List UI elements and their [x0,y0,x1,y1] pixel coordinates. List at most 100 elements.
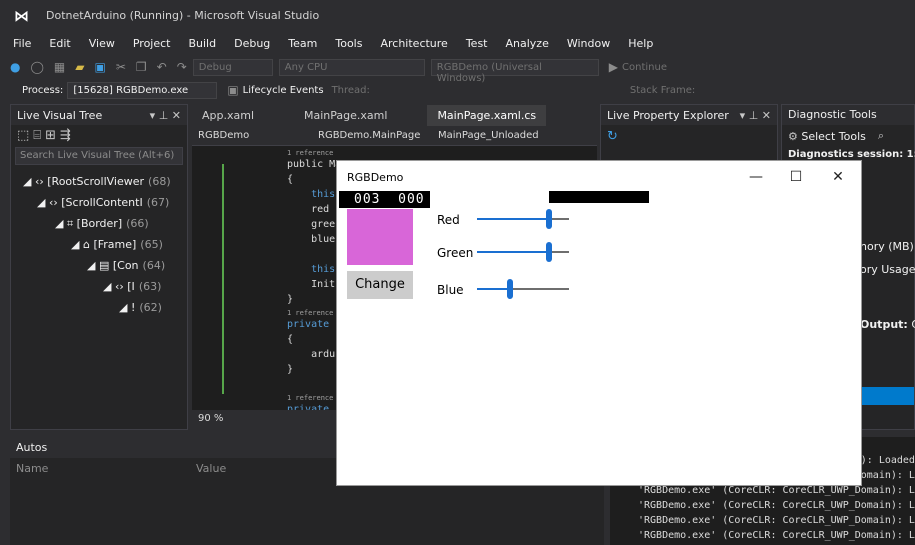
slider-thumb[interactable] [507,279,513,299]
save-icon[interactable]: ▣ [95,60,106,74]
toolbar: ● ◯ ▦ ▰ ▣ ✂ ❐ ↶ ↷ Debug Any CPU RGBDemo … [0,55,915,84]
pane-title: Diagnostic Tools [782,105,914,125]
tab-mainpage-xaml-cs[interactable]: MainPage.xaml.cs [427,104,547,126]
layout-adorner-icon[interactable]: ⊞ [45,128,60,143]
new-project-icon[interactable]: ▦ [54,60,65,74]
tree-item[interactable]: ◢ ⌗ [Border] (66) [11,213,187,234]
pin-icon[interactable]: ▾ ⊥ ✕ [150,109,181,122]
minimize-button[interactable]: — [741,165,771,189]
tab-mainpage-xaml[interactable]: MainPage.xaml [294,105,397,126]
tree-item[interactable]: ◢ ‹› [I (63) [11,276,187,297]
color-swatch [347,209,413,265]
visual-studio-logo-icon: ⋈ [14,7,29,25]
expander-icon[interactable]: ◢ ⌗ [55,217,77,231]
menu-tools[interactable]: Tools [335,37,362,50]
tree-item[interactable]: ◢ ‹› [RootScrollViewer (68) [11,171,187,192]
redo-icon[interactable]: ↷ [177,60,187,74]
forward-icon[interactable]: ◯ [30,60,43,74]
expander-icon[interactable]: ◢ ▤ [87,259,113,272]
configuration-select[interactable]: Debug [192,58,273,76]
code-reference-label[interactable]: 1 reference [287,149,597,159]
slider-label: Green [437,246,474,260]
menu-test[interactable]: Test [466,37,488,50]
open-folder-icon[interactable]: ▰ [75,60,84,74]
menu-debug[interactable]: Debug [234,37,270,50]
select-tools-button[interactable]: Select Tools [801,130,866,143]
close-button[interactable]: ✕ [823,165,853,189]
pane-title: Live Property Explorer ▾ ⊥ ✕ [601,105,777,125]
output-line: 'RGBDemo.exe' (CoreCLR: CoreCLR_UWP_Doma… [638,500,915,511]
menu-help[interactable]: Help [628,37,653,50]
process-select[interactable]: [15628] RGBDemo.exe [67,81,218,99]
expander-icon[interactable]: ◢ ‹› [103,280,127,293]
expander-icon[interactable]: ◢ ⌂ [71,238,93,251]
tree-toolbar: ⬚⌸⊞⇶ [11,125,187,147]
menu-view[interactable]: View [89,37,115,50]
value-column-header[interactable]: Value [196,462,226,475]
process-label: Process: [22,84,64,96]
menu-project[interactable]: Project [133,37,171,50]
member-dropdown[interactable]: MainPage_Unloaded [438,130,558,141]
slider-thumb[interactable] [546,209,552,229]
green-slider[interactable] [477,242,569,262]
platform-select[interactable]: Any CPU [278,58,425,76]
tab-app-xaml[interactable]: App.xaml [192,105,264,126]
app-window-title: RGBDemo [347,171,404,184]
thread-label: Thread: [331,84,370,96]
pane-title: Live Visual Tree ▾ ⊥ ✕ [11,105,187,125]
output-source[interactable]: Co [911,318,915,331]
name-column-header[interactable]: Name [16,462,196,475]
track-focus-icon[interactable]: ⇶ [60,128,75,143]
readout-value: 000 [398,192,425,207]
menu-architecture[interactable]: Architecture [380,37,447,50]
copy-icon[interactable]: ❐ [136,60,147,74]
diagnostic-toolbar: ⚙ Select Tools ⌕ [782,125,914,147]
menu-window[interactable]: Window [567,37,610,50]
menu-build[interactable]: Build [188,37,216,50]
slider-fill [477,288,507,290]
menu-edit[interactable]: Edit [49,37,70,50]
cut-icon[interactable]: ✂ [116,60,126,74]
menu-team[interactable]: Team [288,37,317,50]
change-button[interactable]: Change [347,271,413,299]
menu-analyze[interactable]: Analyze [506,37,549,50]
project-dropdown[interactable]: RGBDemo [198,130,318,141]
blue-slider[interactable] [477,279,569,299]
tree-item[interactable]: ◢ ! (62) [11,297,187,318]
tree-search-input[interactable]: Search Live Visual Tree (Alt+6) [15,147,183,165]
zoom-level[interactable]: 90 % [198,413,223,424]
slider-label: Blue [437,283,464,297]
navigation-bar: RGBDemo RGBDemo.MainPage MainPage_Unload… [192,126,597,146]
select-element-icon[interactable]: ⬚ [17,128,33,143]
refresh-icon[interactable]: ↻ [601,125,777,148]
blue-slider-row: Blue [437,279,569,299]
expander-icon[interactable]: ◢ ‹› [23,175,47,188]
undo-icon[interactable]: ↶ [157,60,167,74]
back-icon[interactable]: ● [10,60,20,74]
tree-item[interactable]: ◢ ▤ [Con (64) [11,255,187,276]
tree-item[interactable]: ◢ ‹› [ScrollContentI (67) [11,192,187,213]
play-icon[interactable]: ▶ [609,60,618,74]
green-slider-row: Green [437,242,569,262]
output-line: 'RGBDemo.exe' (CoreCLR: CoreCLR_UWP_Doma… [638,485,915,496]
class-dropdown[interactable]: RGBDemo.MainPage [318,130,438,141]
expander-icon[interactable]: ◢ ‹› [37,196,61,209]
red-slider[interactable] [477,209,569,229]
zoom-in-icon[interactable]: ⌕ [878,129,884,143]
slider-label: Red [437,213,460,227]
top-bar-graphic [549,191,649,203]
maximize-button[interactable]: ☐ [781,165,811,189]
continue-button[interactable]: Continue [622,62,667,73]
highlight-icon[interactable]: ⌸ [33,128,45,143]
menu-file[interactable]: File [13,37,31,50]
pane-title-label: Live Visual Tree [17,108,103,122]
title-bar: ⋈ DotnetArduino (Running) - Microsoft Vi… [0,0,915,32]
tree-item[interactable]: ◢ ⌂ [Frame] (65) [11,234,187,255]
slider-thumb[interactable] [546,242,552,262]
lifecycle-icon: ▣ [227,83,239,97]
startup-target-select[interactable]: RGBDemo (Universal Windows) [430,58,599,84]
slider-track [507,288,569,290]
pin-icon[interactable]: ▾ ⊥ ✕ [740,109,771,122]
expander-icon[interactable]: ◢ [119,301,131,314]
lifecycle-events-button[interactable]: Lifecycle Events [243,85,324,96]
